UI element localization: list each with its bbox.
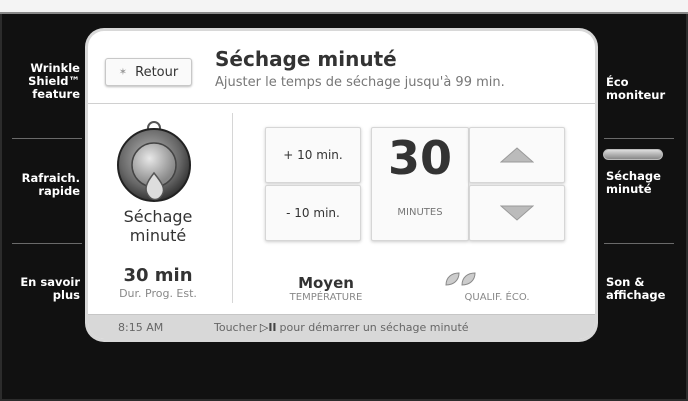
minus-10-min-label: - 10 min. [286,206,340,220]
top-border [0,0,688,14]
back-arrow-icon: ✶ [118,66,128,78]
timer-value: 30 [387,131,452,185]
chevron-up-icon [500,147,534,163]
sidebar-item-en-savoir-plus[interactable]: En savoir plus [6,276,80,302]
eco-rating-label: QUALIF. ÉCO. [464,292,530,303]
back-button-label: Retour [135,64,179,80]
status-time: 8:15 AM [118,321,164,334]
sidebar-item-eco-moniteur[interactable]: Éco moniteur [606,76,682,102]
sidebar-item-wrinkle-shield[interactable]: Wrinkle Shield™ feature [6,62,80,101]
mode-name: Séchage minuté [108,207,208,245]
selected-indicator [603,149,663,160]
sidebar-divider [604,138,674,139]
main-panel: ✶ Retour Séchage minuté Ajuster le temps… [88,31,595,339]
page-title: Séchage minuté [215,47,397,71]
sidebar-label: minuté [606,182,652,196]
back-button[interactable]: ✶ Retour [105,58,192,86]
plus-10-min-label: + 10 min. [283,148,343,162]
estimated-duration: 30 min [123,265,193,286]
mode-name-line: minuté [129,226,187,245]
eco-leaf-icon [445,272,476,286]
chevron-down-icon [500,205,534,221]
estimated-duration-label: Dur. Prog. Est. [119,287,197,300]
sidebar-label: feature [32,87,80,101]
sidebar-label: rapide [38,184,80,198]
mode-name-line: Séchage [123,207,193,226]
sidebar-divider [12,243,82,244]
start-pause-icon: ▷II [259,321,277,334]
sidebar-divider [12,138,82,139]
timer-unit: MINUTES [397,207,443,218]
dryer-drop-icon [117,121,191,202]
sidebar-item-son-affichage[interactable]: Son & affichage [606,276,682,302]
decrease-button[interactable] [469,185,565,241]
plus-10-min-button[interactable]: + 10 min. [265,127,361,183]
sidebar-label: affichage [606,288,666,302]
sidebar-divider [604,243,674,244]
status-bar: 8:15 AM Toucher ▷II pour démarrer un séc… [88,314,595,339]
sidebar-item-rafraich-rapide[interactable]: Rafraich. rapide [6,172,80,198]
header-divider [88,103,595,104]
status-text: pour démarrer un séchage minuté [279,321,469,334]
sidebar-label: plus [52,288,80,302]
page-subtitle: Ajuster le temps de séchage jusqu'à 99 m… [215,75,505,90]
temperature-value: Moyen [298,274,354,292]
status-message: Toucher ▷II pour démarrer un séchage min… [214,321,469,334]
increase-button[interactable] [469,127,565,183]
sidebar-label: moniteur [606,88,666,102]
temperature-label: TEMPÉRATURE [289,292,363,303]
status-text: Toucher [214,321,257,334]
sidebar-item-sechage-minute[interactable]: Séchage minuté [606,170,682,196]
minus-10-min-button[interactable]: - 10 min. [265,185,361,241]
column-divider [232,113,233,303]
